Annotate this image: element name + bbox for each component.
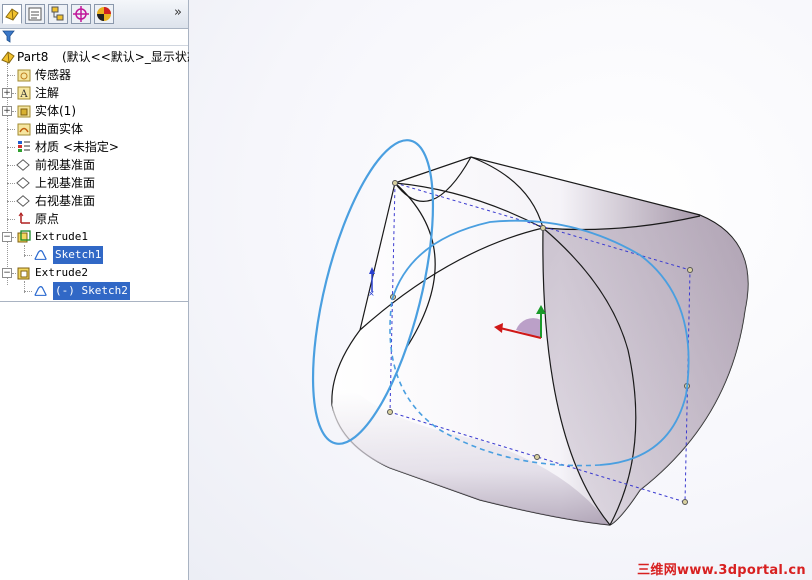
tree-item-annotations[interactable]: + A 注解 <box>0 84 188 102</box>
tree-line <box>24 255 32 256</box>
tree-item-sketch2[interactable]: (-) Sketch2 <box>0 282 188 300</box>
tab-display-manager[interactable] <box>94 4 114 24</box>
tree-item-front-plane[interactable]: 前视基准面 <box>0 156 188 174</box>
tree-item-label: 前视基准面 <box>35 158 96 172</box>
display-manager-icon <box>97 7 111 21</box>
part-config-label: (默认<<默认>_显示状态 <box>62 50 199 64</box>
tree-line <box>7 147 15 148</box>
tree-item-label: 实体(1) <box>35 104 76 118</box>
expand-toggle[interactable]: + <box>2 106 12 116</box>
solid-bodies-folder-icon <box>17 105 31 118</box>
tree-item-sensors[interactable]: 传感器 <box>0 66 188 84</box>
feature-manager-icon <box>5 8 19 21</box>
tree-line <box>7 183 15 184</box>
tree-item-extrude1[interactable]: − Extrude1 <box>0 228 188 246</box>
plane-icon <box>16 159 30 171</box>
tree-line <box>12 273 16 274</box>
tree-item-material[interactable]: 材质 <未指定> <box>0 138 188 156</box>
annotations-folder-icon: A <box>17 86 31 100</box>
sketch-point[interactable] <box>392 180 398 186</box>
collapse-toggle[interactable]: − <box>2 268 12 278</box>
tree-line <box>7 201 15 202</box>
tree-item-label: 上视基准面 <box>35 176 96 190</box>
tree-item-label: 原点 <box>35 212 60 226</box>
tree-item-label: 曲面实体 <box>35 122 84 136</box>
tree-item-surface-bodies[interactable]: 曲面实体 <box>0 120 188 138</box>
sketch-point[interactable] <box>687 267 693 273</box>
expand-toggle[interactable]: + <box>2 88 12 98</box>
graphics-viewport[interactable]: × 三维网www.3dportal.cn <box>189 0 812 580</box>
tree-item-label: 传感器 <box>35 68 72 82</box>
sketch-point[interactable] <box>534 454 540 460</box>
origin-icon <box>18 212 30 224</box>
property-manager-icon <box>28 7 42 21</box>
tab-property-manager[interactable] <box>25 4 45 24</box>
surface-bodies-folder-icon <box>17 123 31 136</box>
watermark-text: 三维网www.3dportal.cn <box>637 563 806 578</box>
tree-line <box>7 219 15 220</box>
model-view[interactable]: × <box>189 0 812 580</box>
sketch-point[interactable] <box>682 499 688 505</box>
tree-line <box>7 129 15 130</box>
tab-configuration-manager[interactable] <box>48 4 68 24</box>
solid-body[interactable] <box>331 156 749 526</box>
tree-line <box>12 111 16 112</box>
tab-dimxpert[interactable] <box>71 4 91 24</box>
sketch-point[interactable] <box>540 225 546 231</box>
extrude-feature-icon <box>17 267 30 280</box>
sensor-folder-icon <box>17 69 31 82</box>
tree-bottom-divider <box>0 301 188 302</box>
collapse-toggle[interactable]: − <box>2 232 12 242</box>
tree-item-label: 材质 <未指定> <box>35 140 119 154</box>
part-name-label: Part8 <box>17 50 49 64</box>
configuration-manager-icon <box>51 6 64 21</box>
tree-item-origin[interactable]: 原点 <box>0 210 188 228</box>
tree-item-sketch1[interactable]: Sketch1 <box>0 246 188 264</box>
part-icon <box>1 51 15 64</box>
plane-icon <box>16 195 30 207</box>
tree-item-top-plane[interactable]: 上视基准面 <box>0 174 188 192</box>
filter-row <box>0 28 188 46</box>
tree-item-label: 注解 <box>35 86 60 100</box>
svg-text:×: × <box>368 289 375 298</box>
tree-item-right-plane[interactable]: 右视基准面 <box>0 192 188 210</box>
sketch-icon <box>34 250 47 260</box>
tree-line <box>24 291 32 292</box>
tree-root-part[interactable]: Part8 (默认<<默认>_显示状态 <box>0 48 199 66</box>
tree-line <box>7 165 15 166</box>
plane-icon <box>16 177 30 189</box>
tree-item-label: Extrude2 <box>35 266 88 279</box>
feature-manager-panel: » Part8 (默认<<默认>_显示状态 传感器 + A 注解 + 实体(1)… <box>0 0 199 580</box>
filter-icon[interactable] <box>2 30 15 43</box>
extrude-feature-icon <box>17 230 31 243</box>
sketch-point[interactable] <box>387 409 393 415</box>
tree-item-solid-bodies[interactable]: + 实体(1) <box>0 102 188 120</box>
tree-line <box>7 75 15 76</box>
tree-item-label: 右视基准面 <box>35 194 96 208</box>
tree-line <box>12 237 16 238</box>
tree-line <box>12 93 16 94</box>
material-icon <box>18 141 30 152</box>
tree-item-label: Extrude1 <box>35 230 88 243</box>
tab-feature-manager[interactable] <box>2 4 22 24</box>
svg-text:A: A <box>19 89 28 100</box>
collapse-panel-button[interactable]: » <box>174 5 182 20</box>
tree-item-label-selected: Sketch1 <box>53 246 104 264</box>
sketch-icon <box>34 286 47 296</box>
tree-item-label-selected: (-) Sketch2 <box>53 282 130 300</box>
panel-tabs: » <box>0 0 188 29</box>
tree-item-extrude2[interactable]: − Extrude2 <box>0 264 188 282</box>
dimxpert-icon <box>73 6 89 22</box>
